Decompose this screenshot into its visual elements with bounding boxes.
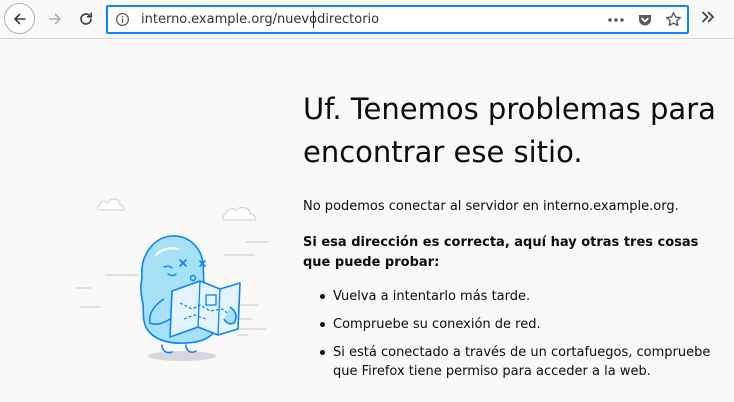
reload-button[interactable] — [71, 4, 101, 34]
suggestion-item: Compruebe su conexión de red. — [303, 315, 728, 334]
arrow-right-icon — [49, 13, 61, 25]
suggestion-item: Si está conectado a través de un cortafu… — [303, 343, 728, 381]
arrow-left-icon — [13, 13, 26, 24]
nav-toolbar: interno.example.org/nuevodirectorio — [0, 0, 734, 39]
reload-icon — [80, 12, 92, 25]
star-icon[interactable] — [665, 11, 682, 28]
chevron-double-right-icon — [702, 11, 714, 23]
suggestion-item: Vuelva a intentarlo más tarde. — [303, 287, 728, 306]
suggestions-heading: Si esa dirección es correcta, aquí hay o… — [303, 235, 699, 270]
ellipsis-icon[interactable] — [607, 12, 625, 28]
url-bar[interactable]: interno.example.org/nuevodirectorio — [106, 5, 689, 34]
url-text[interactable]: interno.example.org/nuevodirectorio — [141, 12, 379, 27]
error-description: No podemos conectar al servidor en inter… — [303, 199, 679, 214]
error-illustration — [76, 198, 269, 361]
forward-button[interactable] — [40, 4, 70, 34]
page-title: Uf. Tenemos problemas para encontrar ese… — [303, 92, 716, 169]
text-caret — [313, 11, 314, 28]
suggestions-list: Vuelva a intentarlo más tarde. Compruebe… — [303, 287, 728, 390]
back-button[interactable] — [4, 3, 35, 34]
pocket-icon[interactable] — [637, 12, 653, 28]
info-icon[interactable] — [115, 12, 130, 27]
overflow-menu-button[interactable] — [700, 9, 716, 29]
